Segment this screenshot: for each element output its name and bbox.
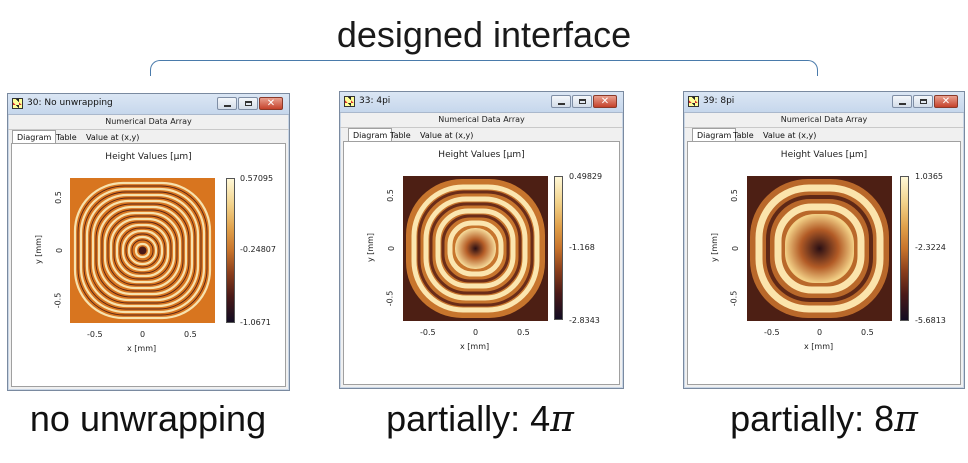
- x-tick-label: 0.5: [861, 328, 874, 337]
- maximize-button[interactable]: [572, 95, 592, 108]
- x-tick-label: 0.5: [184, 330, 197, 339]
- minimize-button[interactable]: [217, 97, 237, 110]
- y-axis-label: y [mm]: [34, 234, 44, 265]
- app-icon: [344, 96, 355, 107]
- plot-title: Height Values [µm]: [780, 150, 868, 160]
- y-tick-label: 0: [731, 245, 741, 252]
- x-tick-label: 0: [140, 330, 146, 339]
- caption-text: no unwrapping: [29, 398, 267, 439]
- height-map-fringes: [406, 179, 545, 318]
- window-titlebar[interactable]: 39: 8pi ✕: [684, 92, 964, 113]
- minimize-icon: [899, 103, 906, 105]
- diagram-panel: Height Values [µm]: [343, 141, 620, 385]
- close-button[interactable]: ✕: [934, 95, 958, 108]
- close-button[interactable]: ✕: [593, 95, 617, 108]
- x-tick-label: -0.5: [764, 328, 780, 337]
- colorbar-max-label: 0.49829: [569, 172, 603, 181]
- colorbar-max-label: 1.0365: [915, 172, 943, 181]
- colorbar: [226, 178, 235, 323]
- y-tick-label: 0.5: [729, 189, 739, 202]
- window-titlebar[interactable]: 33: 4pi ✕: [340, 92, 623, 113]
- plot-title: Height Values [µm]: [105, 152, 192, 162]
- close-button[interactable]: ✕: [259, 97, 283, 110]
- close-icon: ✕: [266, 98, 276, 109]
- colorbar-min-label: -1.0671: [240, 318, 271, 327]
- caption-text: partially: 8: [730, 398, 895, 439]
- x-tick-label: 0: [473, 328, 479, 337]
- colorbar-mid-label: -1.168: [569, 243, 595, 252]
- colorbar-max-label: 0.57095: [240, 174, 274, 183]
- caption-pi: π: [894, 399, 918, 440]
- y-tick-label: 0: [55, 247, 65, 254]
- tab-bar: Diagram Table Value at (x,y): [340, 128, 623, 143]
- window-title: 33: 4pi: [359, 96, 391, 106]
- window-title: 30: No unwrapping: [27, 98, 113, 108]
- app-icon: [12, 98, 23, 109]
- minimize-icon: [558, 103, 565, 105]
- maximize-button[interactable]: [238, 97, 258, 110]
- height-map-image[interactable]: [403, 176, 548, 321]
- caption-no-unwrapping: no unwrapping: [0, 398, 296, 440]
- caption-text: partially: 4: [386, 398, 551, 439]
- window-subtitle: Numerical Data Array: [8, 115, 289, 130]
- y-tick-label: 0.5: [53, 191, 63, 204]
- minimize-button[interactable]: [892, 95, 912, 108]
- diagram-panel: Height Values [µm]: [687, 141, 961, 385]
- maximize-icon: [245, 101, 252, 106]
- window-subtitle: Numerical Data Array: [684, 113, 964, 128]
- window-4pi[interactable]: 33: 4pi ✕ Numerical Data Array Diagram T…: [339, 91, 624, 389]
- y-tick-label: 0.5: [385, 189, 395, 202]
- maximize-icon: [579, 99, 586, 104]
- x-tick-label: -0.5: [420, 328, 436, 337]
- headline: designed interface: [336, 14, 632, 55]
- window-titlebar[interactable]: 30: No unwrapping ✕: [8, 94, 289, 115]
- y-axis-label: y [mm]: [710, 232, 720, 263]
- maximize-icon: [920, 99, 927, 104]
- window-8pi[interactable]: 39: 8pi ✕ Numerical Data Array Diagram T…: [683, 91, 965, 389]
- y-tick-label: -0.5: [385, 290, 395, 307]
- y-tick-label: -0.5: [729, 290, 739, 307]
- colorbar-min-label: -5.6813: [915, 316, 946, 325]
- x-tick-label: 0: [817, 328, 823, 337]
- x-tick-label: 0.5: [517, 328, 530, 337]
- x-axis-label: x [mm]: [804, 342, 834, 351]
- diagram-panel: Height Values [µm]: [11, 143, 286, 387]
- tab-bar: Diagram Table Value at (x,y): [8, 130, 289, 145]
- height-map-image[interactable]: [747, 176, 892, 321]
- colorbar: [554, 176, 563, 320]
- height-map-fringes: [750, 179, 889, 318]
- y-tick-label: 0: [387, 245, 397, 252]
- minimize-button[interactable]: [551, 95, 571, 108]
- plot-title: Height Values [µm]: [438, 150, 525, 160]
- colorbar-mid-label: -2.3224: [915, 243, 946, 252]
- x-axis-label: x [mm]: [460, 342, 490, 351]
- window-no-unwrapping[interactable]: 30: No unwrapping ✕ Numerical Data Array…: [7, 93, 290, 391]
- window-subtitle: Numerical Data Array: [340, 113, 623, 128]
- colorbar-mid-label: -0.24807: [240, 245, 276, 254]
- caption-8pi: partially: 8π: [676, 398, 968, 440]
- close-icon: ✕: [600, 96, 610, 107]
- caption-4pi: partially: 4π: [332, 398, 628, 440]
- height-map-fringes: [73, 181, 212, 320]
- close-icon: ✕: [941, 96, 951, 107]
- window-title: 39: 8pi: [703, 96, 735, 106]
- maximize-button[interactable]: [913, 95, 933, 108]
- caption-pi: π: [550, 399, 574, 440]
- minimize-icon: [224, 105, 231, 107]
- y-tick-label: -0.5: [53, 292, 63, 309]
- colorbar-min-label: -2.8343: [569, 316, 600, 325]
- height-map-image[interactable]: [70, 178, 215, 323]
- bracket-line: [150, 60, 818, 76]
- y-axis-label: y [mm]: [366, 232, 376, 263]
- x-axis-label: x [mm]: [127, 344, 157, 353]
- x-tick-label: -0.5: [87, 330, 103, 339]
- colorbar: [900, 176, 909, 321]
- tab-bar: Diagram Table Value at (x,y): [684, 128, 964, 143]
- app-icon: [688, 96, 699, 107]
